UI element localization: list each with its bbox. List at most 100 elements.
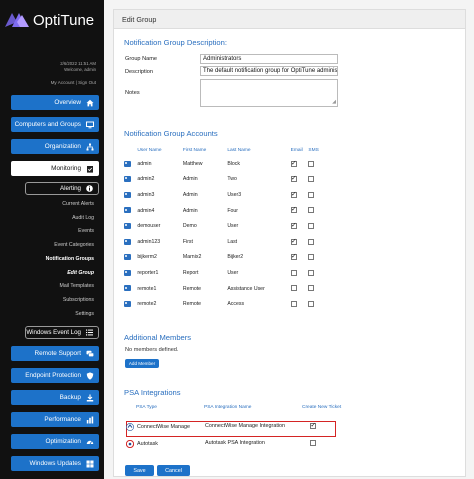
accounts-header-lastname[interactable]: Last Name	[227, 144, 290, 156]
email-checkbox[interactable]	[290, 252, 297, 261]
user-card-icon	[124, 300, 131, 307]
nav-current-alerts[interactable]: Current Alerts	[62, 201, 94, 207]
nav-edit-group[interactable]: Edit Group	[67, 270, 94, 276]
email-checkbox[interactable]	[290, 205, 297, 214]
email-checkbox[interactable]	[290, 221, 297, 229]
description-input[interactable]: The default notification group for OptiT…	[200, 66, 338, 76]
sign-out-link[interactable]: Sign Out	[78, 80, 96, 85]
user-card-icon	[124, 269, 131, 276]
account-username: bijkerm2	[137, 254, 157, 261]
psa-header-type[interactable]: PSA Type	[136, 405, 157, 410]
account-icon-cell	[124, 187, 137, 203]
nav-endpoint-protection-label: Endpoint Protection	[25, 372, 81, 379]
save-button[interactable]: Save	[125, 465, 154, 476]
nav-overview[interactable]: Overview	[11, 95, 99, 110]
accounts-header-row: User Name First Name Last Name Email SMS	[124, 144, 324, 156]
account-icon-cell	[124, 250, 137, 266]
account-firstname: Admin	[182, 207, 198, 214]
account-lastname: User	[227, 269, 239, 276]
add-member-button[interactable]: Add Member	[125, 359, 159, 368]
nav-optimization[interactable]: Optimization	[11, 434, 99, 449]
sms-checkbox[interactable]	[308, 160, 315, 167]
nav-notification-groups[interactable]: Notification Groups	[46, 256, 94, 262]
account-username: remote2	[137, 301, 157, 308]
sms-checkbox[interactable]	[308, 238, 315, 245]
nav-monitoring-label: Monitoring	[51, 165, 81, 172]
notes-textarea[interactable]: ◢	[200, 79, 338, 107]
account-email-cell	[290, 234, 309, 250]
email-checkbox[interactable]	[290, 300, 297, 307]
email-checkbox[interactable]	[290, 159, 297, 167]
psa-ticket-autotask[interactable]	[310, 440, 316, 446]
account-icon-cell	[124, 234, 137, 250]
nav-endpoint-protection[interactable]: Endpoint Protection	[11, 368, 99, 383]
account-icon-cell	[124, 281, 137, 297]
nav-monitoring[interactable]: Monitoring	[11, 161, 99, 176]
email-checkbox[interactable]	[290, 190, 297, 198]
account-sms-cell	[308, 281, 324, 297]
account-firstname: Demo	[182, 223, 197, 230]
account-lastname: Four	[227, 207, 238, 214]
psa-section-title: PSA Integrations	[124, 388, 181, 397]
account-row: admin123 First Last	[124, 234, 324, 250]
nav-mail-templates[interactable]: Mail Templates	[60, 283, 95, 289]
nav-events[interactable]: Events	[78, 228, 94, 234]
sms-checkbox[interactable]	[308, 207, 315, 214]
sms-checkbox[interactable]	[308, 300, 315, 307]
sms-checkbox[interactable]	[308, 191, 315, 198]
account-icon-cell	[124, 218, 137, 234]
nav-performance[interactable]: Performance	[11, 412, 99, 427]
nav-subscriptions[interactable]: Subscriptions	[63, 297, 94, 303]
nav-remote-support-label: Remote Support	[34, 350, 81, 357]
nav-alerting[interactable]: Alerting	[25, 182, 99, 195]
account-firstname: Admin	[182, 176, 198, 183]
cancel-button[interactable]: Cancel	[157, 465, 190, 476]
email-checkbox[interactable]	[290, 285, 297, 292]
autotask-icon	[125, 439, 135, 449]
sms-checkbox[interactable]	[308, 269, 315, 276]
my-account-link[interactable]: My Account	[51, 80, 75, 85]
nav-organization[interactable]: Organization	[11, 139, 99, 154]
resize-handle-icon[interactable]: ◢	[332, 100, 336, 105]
account-email-cell	[290, 265, 309, 281]
account-email-cell	[290, 218, 309, 234]
account-email-cell	[290, 203, 309, 219]
nav-computers-groups-label: Computers and Groups	[14, 121, 81, 128]
nav-remote-support[interactable]: Remote Support	[11, 346, 99, 361]
nav-settings[interactable]: Settings	[75, 311, 94, 317]
accounts-header-sms[interactable]: SMS	[308, 144, 324, 156]
psa-header-name[interactable]: PSA Integration Name	[204, 405, 251, 410]
nav-computers-groups[interactable]: Computers and Groups	[11, 117, 99, 132]
accounts-header-email[interactable]: Email	[291, 144, 309, 156]
edit-group-panel: Edit Group Notification Group Descriptio…	[113, 9, 466, 477]
organization-icon	[85, 142, 94, 151]
account-sms-cell	[308, 156, 324, 172]
psa-header-ticket[interactable]: Create New Ticket	[302, 405, 341, 410]
email-checkbox[interactable]	[290, 174, 297, 183]
account-username: admin2	[137, 176, 155, 183]
nav-performance-label: Performance	[44, 416, 81, 423]
email-checkbox[interactable]	[290, 237, 297, 245]
nav-backup[interactable]: Backup	[11, 390, 99, 405]
sms-checkbox[interactable]	[308, 176, 315, 183]
account-row: admin3 Admin User3	[124, 187, 324, 203]
psa-ticket-connectwise[interactable]	[310, 421, 316, 429]
sms-checkbox[interactable]	[308, 222, 315, 229]
accounts-header-firstname[interactable]: First Name	[183, 144, 227, 156]
session-separator: |	[75, 80, 77, 85]
nav-windows-updates[interactable]: Windows Updates	[11, 456, 99, 471]
brand[interactable]: OptiTune	[4, 10, 94, 30]
nav-windows-event-log[interactable]: Windows Event Log	[25, 326, 99, 339]
account-firstname: Remote	[182, 301, 202, 308]
ticket-checkbox-connectwise[interactable]	[310, 421, 316, 429]
account-icon-cell	[124, 203, 137, 219]
group-name-input[interactable]: Administrators	[200, 54, 338, 64]
account-sms-cell	[308, 296, 324, 312]
accounts-header-username[interactable]: User Name	[137, 144, 183, 156]
sms-checkbox[interactable]	[308, 285, 315, 292]
ticket-checkbox-autotask[interactable]	[310, 440, 316, 446]
nav-audit-log[interactable]: Audit Log	[72, 215, 94, 221]
email-checkbox[interactable]	[290, 269, 297, 276]
sms-checkbox[interactable]	[308, 254, 315, 261]
nav-event-categories[interactable]: Event Categories	[54, 242, 94, 248]
